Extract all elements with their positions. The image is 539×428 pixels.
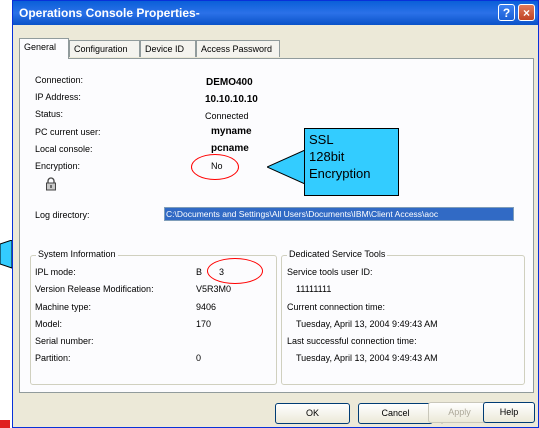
pc-user-value: myname — [211, 126, 252, 137]
model-label: Model: — [35, 319, 63, 329]
tab-access-password[interactable]: Access Password — [196, 40, 280, 57]
ok-button[interactable]: OK — [275, 403, 350, 424]
log-directory-field[interactable]: C:\Documents and Settings\All Users\Docu… — [164, 207, 514, 221]
tab-device-id[interactable]: Device ID — [140, 40, 196, 57]
last-connection-value: Tuesday, April 13, 2004 9:49:43 AM — [296, 353, 438, 363]
cancel-button[interactable]: Cancel — [358, 403, 433, 424]
encryption-highlight-ellipse — [191, 154, 239, 180]
dst-title: Dedicated Service Tools — [287, 249, 388, 259]
local-console-value: pcname — [211, 143, 249, 154]
ipl-mode-label: IPL mode: — [35, 267, 76, 277]
current-connection-value: Tuesday, April 13, 2004 9:49:43 AM — [296, 319, 438, 329]
service-tools-user-label: Service tools user ID: — [287, 267, 373, 277]
tab-configuration[interactable]: Configuration — [69, 40, 140, 57]
status-label: Status: — [35, 109, 64, 119]
log-directory-label: Log directory: — [35, 210, 90, 220]
connection-value: DEMO400 — [206, 77, 253, 88]
system-information-title: System Information — [36, 249, 118, 259]
apply-button[interactable]: Apply — [428, 402, 491, 423]
window-title: Operations Console Properties- — [19, 6, 200, 20]
vrm-label: Version Release Modification: — [35, 284, 154, 294]
model-value: 170 — [196, 319, 212, 329]
status-value: Connected — [205, 111, 249, 121]
ip-address-value: 10.10.10.10 — [205, 94, 258, 105]
lock-icon — [46, 177, 56, 191]
ipl-mode-highlight-ellipse — [207, 258, 263, 284]
encryption-label: Encryption: — [35, 161, 81, 171]
callout-line-3: Encryption — [309, 166, 371, 181]
title-bar: Operations Console Properties- ? × — [13, 1, 538, 25]
last-connection-label: Last successful connection time: — [287, 336, 417, 346]
local-console-label: Local console: — [35, 144, 93, 154]
callout-line-1: SSL — [309, 132, 334, 147]
ipl-mode-value: B — [196, 267, 203, 277]
machine-type-label: Machine type: — [35, 302, 92, 312]
current-connection-label: Current connection time: — [287, 302, 386, 312]
tab-general[interactable]: General — [19, 38, 69, 59]
serial-number-label: Serial number: — [35, 336, 94, 346]
partition-value: 0 — [196, 353, 202, 363]
ip-address-label: IP Address: — [35, 92, 81, 102]
pc-user-label: PC current user: — [35, 127, 101, 137]
ssl-callout: SSL 128bit Encryption — [304, 128, 399, 196]
help-button[interactable]: Help — [483, 402, 535, 423]
connection-label: Connection: — [35, 75, 84, 85]
callout-line-2: 128bit — [309, 149, 345, 164]
red-mark — [0, 420, 10, 428]
vrm-value: V5R3M0 — [196, 284, 232, 294]
log-directory-value: C:\Documents and Settings\All Users\Docu… — [165, 208, 513, 220]
help-icon[interactable]: ? — [498, 4, 515, 21]
close-icon[interactable]: × — [518, 4, 535, 21]
callout-arrow-icon — [267, 149, 306, 185]
properties-window: Operations Console Properties- ? × Gener… — [12, 0, 539, 428]
machine-type-value: 9406 — [196, 302, 217, 312]
partition-label: Partition: — [35, 353, 71, 363]
service-tools-user-value: 11111111 — [296, 284, 332, 294]
